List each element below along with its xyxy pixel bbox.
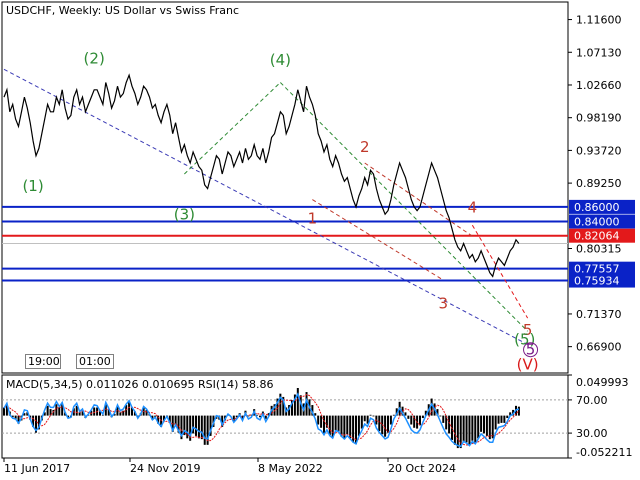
time-box-right-text: 01:00 bbox=[79, 355, 111, 368]
wave-label: 4 bbox=[468, 199, 478, 217]
indicator-axis: 0.049993 70.00 30.00 -0.052211 bbox=[568, 374, 632, 459]
time-axis: 11 Jun 2017 24 Nov 2019 8 May 2022 20 Oct 2… bbox=[3, 458, 456, 475]
wave-label: 1 bbox=[308, 210, 318, 228]
price-tick-label: 0.80315 bbox=[576, 242, 622, 255]
level-tag-label: 0.84000 bbox=[574, 216, 620, 229]
indicator-tick-label: 0.049993 bbox=[576, 376, 629, 389]
price-tick-label: 1.02660 bbox=[576, 79, 622, 92]
time-tick-label: 24 Nov 2019 bbox=[130, 462, 200, 475]
time-box-left-text: 19:00 bbox=[28, 355, 60, 368]
level-tag-label: 0.86000 bbox=[574, 201, 620, 214]
time-box-right[interactable]: 01:00 bbox=[76, 354, 114, 369]
chart-title: USDCHF, Weekly: US Dollar vs Swiss Franc bbox=[6, 4, 239, 17]
wave-label: (V) bbox=[517, 355, 539, 373]
price-tick-label: 0.89250 bbox=[576, 177, 622, 190]
wave-label: (2) bbox=[84, 49, 105, 67]
wave-label: 2 bbox=[360, 138, 370, 156]
price-tick-label: 0.98190 bbox=[576, 112, 622, 125]
price-tick-label: 0.66900 bbox=[576, 341, 622, 354]
time-tick-label: 8 May 2022 bbox=[258, 462, 323, 475]
price-tick-label: 0.93720 bbox=[576, 144, 622, 157]
chart-window: (1) (2) (3) (4) 1 2 3 4 5 (5) 5 (V) 1.11600 1.07130 1… bbox=[0, 0, 640, 480]
indicator-label: MACD(5,34,5) 0.011026 0.010695 RSI(14) 5… bbox=[6, 378, 273, 391]
price-axis: 1.11600 1.07130 1.02660 0.98190 0.93720 0.892… bbox=[568, 14, 622, 354]
time-tick-label: 20 Oct 2024 bbox=[388, 462, 456, 475]
wave-label: 3 bbox=[438, 295, 448, 313]
time-tick-label: 11 Jun 2017 bbox=[4, 462, 70, 475]
indicator-tick-label: 70.00 bbox=[576, 394, 608, 407]
wave-label: (1) bbox=[22, 177, 43, 195]
price-tick-label: 1.11600 bbox=[576, 14, 622, 27]
chart-svg: (1)(2)(3)(4)12345(5)5(V) 1.116001.071301… bbox=[1, 1, 635, 475]
time-box-left[interactable]: 19:00 bbox=[25, 354, 61, 369]
price-tick-label: 1.07130 bbox=[576, 46, 622, 59]
wave-label: (4) bbox=[270, 51, 291, 69]
level-tag-label: 0.82064 bbox=[574, 230, 620, 243]
indicator-tick-label: 30.00 bbox=[576, 427, 608, 440]
wave-label: (3) bbox=[174, 205, 195, 223]
price-tick-label: 0.71370 bbox=[576, 308, 622, 321]
indicator-tick-label: -0.052211 bbox=[576, 446, 632, 459]
level-tag-label: 0.75934 bbox=[574, 275, 620, 288]
